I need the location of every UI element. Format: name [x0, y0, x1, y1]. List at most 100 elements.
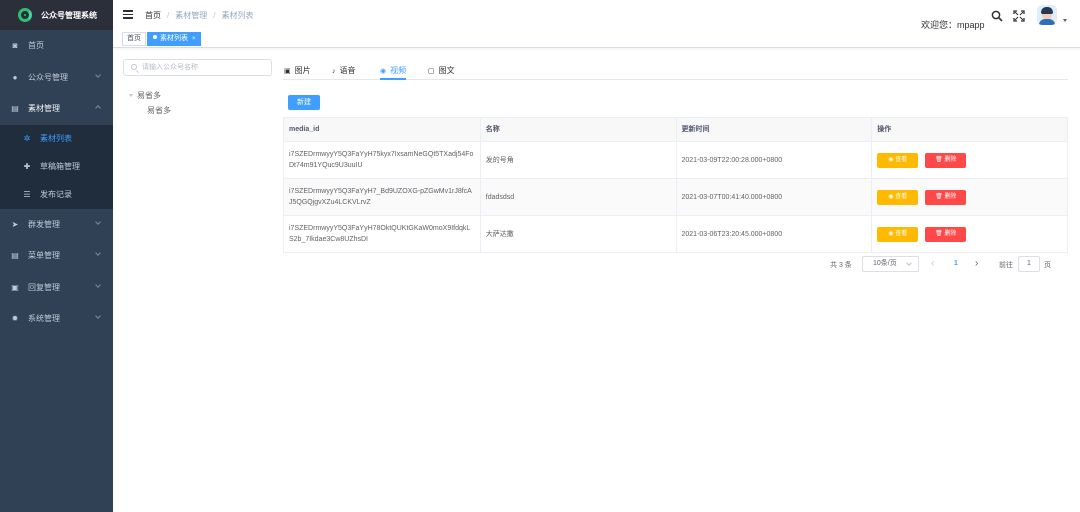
sidebar-item-publish-log[interactable]: ☰ 发布记录	[0, 181, 113, 209]
chevron-down-icon	[95, 281, 101, 288]
avatar[interactable]	[1037, 5, 1057, 25]
cell-actions: ◉ 查看 🗑 删除	[872, 142, 1068, 178]
app-title: 公众号管理系统	[41, 10, 97, 20]
table-header: media_id 名称 更新时间 操作	[284, 118, 1068, 142]
cell-updated: 2021-03-06T23:20:45.000+0800	[677, 216, 873, 252]
column-header-actions: 操作	[872, 118, 1068, 141]
sidebar-item-material-list[interactable]: ✲ 素材列表	[0, 125, 113, 153]
sidebar-item-account[interactable]: ● 公众号管理	[0, 62, 113, 94]
breadcrumb-current: 素材列表	[221, 11, 254, 20]
caret-down-icon[interactable]	[129, 94, 133, 97]
delete-button[interactable]: 🗑 删除	[925, 226, 967, 242]
active-dot-icon	[153, 35, 157, 39]
cell-name: 大萨达撒	[481, 216, 677, 252]
chevron-down-icon	[95, 313, 101, 319]
delete-label: 删除	[944, 230, 957, 237]
sidebar-item-label: 回复管理	[28, 282, 60, 292]
table-row: i7SZEDrmwyyY5Q3FaYyH7_Bd9UZOXG-pZGwMv1rJ…	[284, 179, 1068, 216]
pagination-total: 共 3 条	[830, 262, 852, 269]
tag-home[interactable]: 首页	[122, 32, 146, 46]
page-number-current[interactable]: 1	[954, 260, 958, 267]
cell-media-id: i7SZEDrmwyyY5Q3FaYyH75kyx7IxsamNeGQt5TXa…	[284, 142, 481, 178]
breadcrumb-home[interactable]: 首页	[145, 11, 161, 20]
view-button[interactable]: ◉ 查看	[877, 189, 919, 205]
goto-page-input[interactable]: 1	[1018, 256, 1040, 272]
cell-updated: 2021-03-07T00:41:40.000+0800	[677, 179, 873, 215]
account-search-input[interactable]	[142, 61, 267, 74]
microphone-icon: ♪	[332, 68, 336, 75]
table-row: i7SZEDrmwyyY5Q3FaYyH75kyx7IxsamNeGQt5TXa…	[284, 142, 1068, 179]
chat-icon: ▣	[11, 282, 19, 292]
tree-node-root[interactable]: 易省多	[137, 90, 161, 101]
page-size-select[interactable]: 10条/页	[862, 256, 919, 272]
delete-button[interactable]: 🗑 删除	[925, 152, 967, 168]
sidebar-item-label: 素材管理	[28, 104, 60, 114]
tab-voice[interactable]: ♪ 语音	[332, 65, 356, 76]
fullscreen-icon[interactable]	[1013, 10, 1025, 22]
sidebar-item-drafts[interactable]: ✚ 草稿箱管理	[0, 153, 113, 181]
breadcrumb-material[interactable]: 素材管理	[175, 11, 207, 20]
view-label: 查看	[895, 193, 908, 200]
chevron-down-icon	[95, 71, 101, 78]
close-icon[interactable]: ×	[192, 36, 196, 42]
tag-material-list[interactable]: 素材列表 ×	[147, 32, 201, 46]
image-icon: ▣	[284, 68, 291, 75]
sidebar-item-system[interactable]: ✹ 系统管理	[0, 303, 113, 335]
wechat-icon: ●	[12, 72, 18, 82]
next-page-button[interactable]: ›	[975, 258, 978, 269]
chevron-down-icon	[95, 218, 101, 225]
tab-label: 语音	[339, 66, 356, 75]
table-row: i7SZEDrmwyyY5Q3FaYyH78OktQUKtGKaW0moX9If…	[284, 216, 1068, 253]
cell-updated: 2021-03-09T22:00:28.000+0800	[677, 142, 873, 178]
tree-node-child[interactable]: 易省多	[147, 105, 171, 116]
chevron-up-icon	[95, 105, 101, 111]
goto-label: 前往	[999, 262, 1013, 269]
cell-media-id: i7SZEDrmwyyY5Q3FaYyH78OktQUKtGKaW0moX9If…	[284, 216, 481, 252]
cell-name: 发的号角	[481, 142, 677, 178]
cell-media-id: i7SZEDrmwyyY5Q3FaYyH7_Bd9UZOXG-pZGwMv1rJ…	[284, 179, 481, 215]
logo[interactable]: 公众号管理系统	[0, 0, 113, 30]
sidebar-item-label: 系统管理	[28, 314, 60, 324]
document-icon: ▤	[11, 104, 19, 114]
sidebar-item-broadcast[interactable]: ➤ 群发管理	[0, 209, 113, 241]
list-icon: ☰	[23, 190, 31, 199]
material-table: media_id 名称 更新时间 操作 i7SZEDrmwyyY5Q3FaYyH…	[283, 117, 1068, 253]
cell-actions: ◉ 查看 🗑 删除	[872, 179, 1068, 215]
tags-view: 首页 素材列表 ×	[113, 30, 1080, 48]
tag-label: 素材列表	[160, 35, 188, 42]
sidebar-item-home[interactable]: ◙ 首页	[0, 30, 113, 62]
goto-suffix: 页	[1044, 262, 1051, 269]
tab-news[interactable]: ▢ 图文	[428, 65, 455, 76]
tab-label: 图片	[294, 66, 311, 75]
tab-active-indicator	[380, 78, 406, 80]
sidebar-item-label: 菜单管理	[28, 251, 60, 261]
cell-name: fdadsdsd	[481, 179, 677, 215]
news-icon: ▢	[428, 68, 435, 75]
delete-button[interactable]: 🗑 删除	[925, 189, 967, 205]
dashboard-icon: ◙	[12, 41, 18, 51]
caret-down-icon[interactable]	[1063, 19, 1067, 22]
view-label: 查看	[895, 230, 908, 237]
material-tabs: ▣ 图片 ♪ 语音 ◉ 视频 ▢ 图文	[283, 60, 1068, 80]
prev-page-button[interactable]: ‹	[931, 258, 934, 269]
app-logo-icon	[18, 8, 32, 22]
hamburger-icon[interactable]	[123, 10, 133, 19]
sidebar-item-label: 草稿箱管理	[40, 162, 80, 171]
sidebar: 公众号管理系统 ◙ 首页 ● 公众号管理 ▤ 素材管理 ✲ 素材列表 ✚ 草稿箱…	[0, 0, 113, 512]
sidebar-item-label: 群发管理	[28, 219, 60, 229]
sidebar-item-label: 素材列表	[40, 134, 72, 143]
tab-video[interactable]: ◉ 视频	[380, 65, 406, 76]
tab-image[interactable]: ▣ 图片	[284, 65, 311, 76]
view-button[interactable]: ◉ 查看	[877, 226, 919, 242]
sidebar-item-menu[interactable]: ▤ 菜单管理	[0, 240, 113, 272]
delete-label: 删除	[944, 156, 957, 163]
sidebar-item-reply[interactable]: ▣ 回复管理	[0, 272, 113, 304]
account-search	[123, 59, 272, 76]
sidebar-item-material[interactable]: ▤ 素材管理	[0, 93, 113, 125]
cell-actions: ◉ 查看 🗑 删除	[872, 216, 1068, 252]
search-icon[interactable]	[991, 10, 1003, 22]
sidebar-submenu-material: ✲ 素材列表 ✚ 草稿箱管理 ☰ 发布记录	[0, 124, 113, 209]
view-button[interactable]: ◉ 查看	[877, 152, 919, 168]
new-button[interactable]: 新建	[288, 95, 320, 110]
sidebar-item-label: 公众号管理	[28, 72, 68, 82]
